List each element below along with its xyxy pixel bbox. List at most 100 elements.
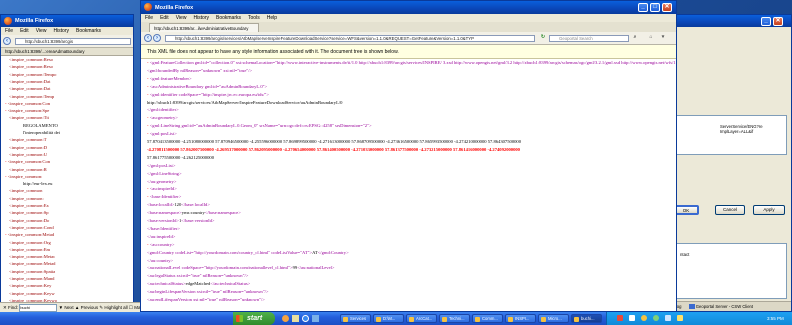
start-button[interactable]: start (233, 312, 275, 325)
main-firefox-window[interactable]: Mozilla Firefox _ □ ✕ File Edit View Histor… (140, 0, 677, 312)
menu-item-edit[interactable]: Edit (20, 28, 29, 34)
main-url-field[interactable]: http://xbuch1:8399/arcgis/services/AtbMa… (165, 35, 535, 42)
tray-volume-icon[interactable] (665, 315, 671, 321)
find-close-icon[interactable]: ✕ (3, 305, 7, 310)
xml-tree-text: <inspire_common: (7, 173, 43, 179)
xml-tree-line[interactable]: - <inspire_common: (5, 174, 42, 179)
xml-line[interactable]: - <base:Identifier> (147, 194, 181, 199)
xml-line[interactable]: - <gml:featureMember> (147, 76, 192, 81)
xml-line: <au:nationalLevel codeSpace="http://your… (147, 265, 335, 271)
right-url-list[interactable]: ServerService/ENG?re ImplLayer=ALL&if (669, 115, 787, 155)
taskbar-button[interactable]: Services (340, 314, 371, 323)
xml-tree-line[interactable]: - <inspire_common:Con (5, 101, 50, 106)
xml-line: http://xbuch1:8399/arcgis/services/AtbMa… (147, 99, 343, 105)
explorer-launch-icon[interactable] (292, 315, 299, 322)
left-firefox-window[interactable]: Mozilla Firefox File Edit View History Bookm… (0, 14, 134, 312)
geoportal-tab[interactable]: Geoportal Server - CSW Client (696, 304, 753, 309)
find-input[interactable]: buchi (19, 303, 58, 312)
taskbar-button[interactable]: D:\M... (373, 314, 404, 323)
xml-tree-line: <inspire_common:Metad (9, 261, 55, 266)
xml-tree-line: <inspire_common:Metac (9, 254, 55, 259)
tray-network-icon[interactable] (629, 315, 635, 321)
taskbar-button[interactable]: Techni... (439, 314, 470, 323)
apply-button[interactable]: Apply (753, 205, 785, 215)
xml-line: <gmd:Country codeList="http://yourdomain… (147, 249, 349, 255)
menu-item-history[interactable]: History (193, 15, 209, 21)
menu-item-edit[interactable]: Edit (160, 15, 169, 21)
xml-line[interactable]: - <au:inspireId> (147, 186, 177, 191)
menu-item-view[interactable]: View (176, 15, 187, 21)
xml-tree-line: <inspire_common:Reso (9, 64, 53, 69)
xml-tree-text: <inspire_common:Do (9, 217, 50, 223)
taskbar-button[interactable]: Micro... (538, 314, 569, 323)
reload-icon[interactable]: ↻ (539, 34, 547, 42)
menu-item-history[interactable]: History (53, 28, 69, 34)
xml-tree-text: <inspire_common:Sp (9, 210, 49, 216)
maximize-icon[interactable]: □ (650, 3, 660, 12)
cancel-button[interactable]: Cancel (715, 205, 745, 215)
back-icon[interactable]: ‹ (3, 37, 11, 45)
menu-item-file[interactable]: File (145, 15, 153, 21)
tray-status-icon[interactable] (653, 315, 659, 321)
xml-line[interactable]: - <au:AdministrativeBoundary gml:id="auA… (147, 84, 267, 89)
xml-line[interactable]: - <gml:LineString gml:id="auAdminBoundar… (147, 123, 372, 128)
xml-tree-text: <inspire_common:Cond (9, 224, 54, 230)
xml-line[interactable]: - <au:geometry> (147, 115, 178, 120)
menu-item-bookmarks[interactable]: Bookmarks (76, 28, 101, 34)
main-tab[interactable]: http://xbuch1:8399/ar...ilwAdminiatrativ… (149, 23, 259, 32)
search-input[interactable]: Geoportal Search (549, 35, 629, 42)
right-dialog-window[interactable]: _ ✕ ServerService/ENG?re ImplLayer=ALL&i… (664, 14, 792, 312)
firefox-launch-icon[interactable] (282, 315, 289, 322)
ie-launch-icon[interactable] (302, 315, 309, 322)
xml-tree-line[interactable]: - <inspire_common:Spe (5, 108, 49, 113)
xml-line: <au:endLifespanVersion xsi:nil="true" ni… (147, 297, 265, 302)
right-list-item[interactable]: ServerService/ENG?re (670, 116, 786, 129)
forward-icon[interactable]: › (153, 34, 161, 42)
xml-tree-text: <inspire_common:Con (7, 159, 51, 165)
menu-item-file[interactable]: File (5, 28, 13, 34)
left-url-field[interactable]: http://xbuch1:8399/arcgis (15, 38, 131, 45)
menu-item-tools[interactable]: Tools (248, 15, 260, 21)
menu-item-help[interactable]: Help (267, 15, 277, 21)
tray-app-icon[interactable] (641, 315, 647, 321)
close-icon[interactable]: ✕ (773, 17, 783, 26)
xml-line[interactable]: -4.270811500000 57.862007500000 -4.26953… (147, 147, 520, 152)
highlight-all-button[interactable]: ✎ Highlight all (99, 305, 127, 310)
xml-line: 57.870413500000 -4.251080000000 57.87094… (147, 139, 522, 144)
tray-alert-icon[interactable] (617, 315, 623, 321)
xml-line[interactable]: - <gml:posList> (147, 131, 177, 136)
back-icon[interactable]: ‹ (144, 34, 152, 42)
right-list-item[interactable]: ImplLayer=ALL&if (670, 129, 786, 134)
main-window-titlebar[interactable]: Mozilla Firefox _ □ ✕ (141, 1, 676, 14)
xml-tree-text: <inspire_common:T (9, 137, 47, 143)
left-menubar: File Edit View History Bookmarks (1, 27, 133, 35)
taskbar-button[interactable]: ArcCat... (406, 314, 437, 323)
menu-item-view[interactable]: View (36, 28, 47, 34)
left-window-titlebar[interactable]: Mozilla Firefox (1, 15, 133, 27)
xml-tree-line[interactable]: - <inspire_common:Metad (5, 232, 54, 237)
xml-line[interactable]: - <au:country> (147, 242, 175, 247)
tray-security-icon[interactable] (677, 315, 683, 321)
taskbar-button[interactable]: INSPI... (505, 314, 536, 323)
xml-line[interactable]: - <gml:FeatureCollection gml:id="collect… (147, 60, 676, 65)
xml-tree-text: <inspire_common:Key (9, 283, 52, 289)
clock: 3:55 PM (767, 316, 784, 321)
xml-tree-line: <inspire_common:Tempo (9, 72, 56, 77)
minimize-icon[interactable]: _ (638, 3, 648, 12)
search-icon[interactable]: ⌕ (631, 34, 639, 42)
right-window-titlebar[interactable]: _ ✕ (665, 15, 791, 27)
home-icon[interactable]: ⌂ (647, 34, 655, 42)
xml-tree-line[interactable]: - <inspire_common:Con (5, 159, 50, 164)
menu-item-bookmarks[interactable]: Bookmarks (216, 15, 241, 21)
taskbar-button[interactable]: buchi... (571, 314, 602, 323)
tools-icon[interactable]: ▾ (659, 34, 667, 42)
left-tab[interactable]: http://xbuch1:8399/...:ereaAdmaBoundary (1, 48, 133, 56)
find-previous-button[interactable]: ▲ Previous (75, 305, 98, 310)
close-icon[interactable]: ✕ (662, 3, 672, 12)
taskbar-button[interactable]: Comm... (472, 314, 503, 323)
desktop-launch-icon[interactable] (312, 315, 319, 322)
minimize-icon[interactable]: _ (761, 17, 771, 26)
find-next-button[interactable]: ▼ Next (59, 305, 74, 310)
xml-tree-line: <inspire_common:Keyw (9, 291, 55, 296)
xml-line[interactable]: - <gml:identifier codeSpace="http://insp… (147, 92, 269, 97)
